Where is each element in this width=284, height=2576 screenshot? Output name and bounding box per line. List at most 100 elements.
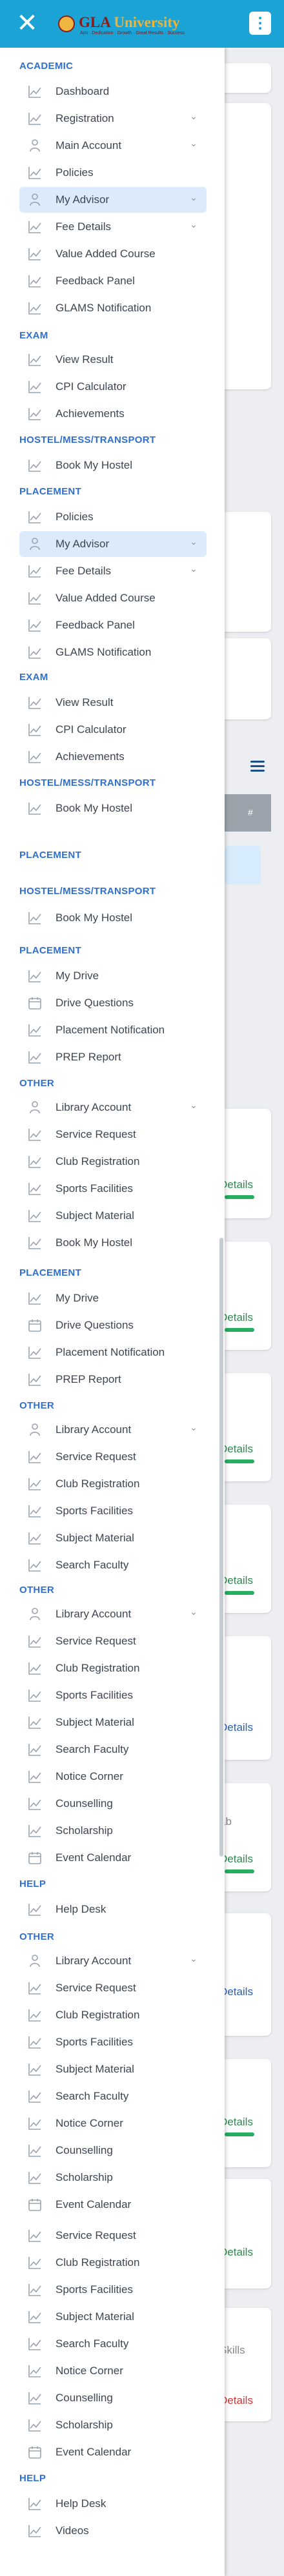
menu-item-service-request[interactable]: Service Request <box>19 1628 207 1654</box>
menu-item-subject-material[interactable]: Subject Material <box>19 1710 207 1735</box>
menu-item-service-request[interactable]: Service Request <box>19 1122 207 1147</box>
drawer-scrollbar[interactable] <box>219 1238 223 1857</box>
menu-item-subject-material[interactable]: Subject Material <box>19 2056 207 2082</box>
menu-item-videos[interactable]: Videos <box>19 2518 207 2544</box>
course-card[interactable] <box>225 1109 271 1218</box>
menu-item-registration[interactable]: Registration ⌄ <box>19 106 207 132</box>
chevron-down-icon[interactable]: ⌄ <box>190 565 199 574</box>
menu-item-scholarship[interactable]: Scholarship <box>19 1818 207 1844</box>
menu-item-event-calendar[interactable]: Event Calendar <box>19 2192 207 2218</box>
menu-item-dashboard[interactable]: Dashboard <box>19 79 207 104</box>
menu-item-prep-report[interactable]: PREP Report <box>19 1367 207 1392</box>
course-card[interactable] <box>225 2059 271 2167</box>
hamburger-icon[interactable] <box>250 761 266 772</box>
menu-item-placement-notification[interactable]: Placement Notification <box>19 1017 207 1043</box>
menu-item-view-result[interactable]: View Result <box>19 347 207 373</box>
menu-item-club-registration[interactable]: Club Registration <box>19 1655 207 1681</box>
menu-item-feedback-panel[interactable]: Feedback Panel <box>19 268 207 294</box>
menu-item-achievements[interactable]: Achievements <box>19 744 207 770</box>
course-card[interactable] <box>225 1783 271 1891</box>
menu-item-club-registration[interactable]: Club Registration <box>19 1149 207 1175</box>
calendar-icon <box>27 2444 43 2460</box>
menu-item-sports-facilities[interactable]: Sports Facilities <box>19 2277 207 2303</box>
menu-item-club-registration[interactable]: Club Registration <box>19 2250 207 2276</box>
menu-item-help-desk[interactable]: Help Desk <box>19 2491 207 2517</box>
menu-item-book-my-hostel[interactable]: Book My Hostel <box>19 905 207 931</box>
chevron-down-icon[interactable]: ⌄ <box>190 1955 199 1964</box>
menu-item-search-faculty[interactable]: Search Faculty <box>19 2083 207 2109</box>
menu-item-service-request[interactable]: Service Request <box>19 1444 207 1470</box>
menu-item-counselling[interactable]: Counselling <box>19 2138 207 2163</box>
menu-item-sports-facilities[interactable]: Sports Facilities <box>19 1683 207 1708</box>
menu-item-my-advisor[interactable]: My Advisor ⌄ <box>19 187 207 213</box>
menu-item-notice-corner[interactable]: Notice Corner <box>19 2358 207 2384</box>
menu-item-library-account[interactable]: Library Account ⌄ <box>19 1095 207 1120</box>
chevron-down-icon[interactable]: ⌄ <box>190 112 199 121</box>
menu-item-cpi-calculator[interactable]: CPI Calculator <box>19 374 207 400</box>
menu-item-my-drive[interactable]: My Drive <box>19 1285 207 1311</box>
menu-item-achievements[interactable]: Achievements <box>19 401 207 427</box>
menu-item-sports-facilities[interactable]: Sports Facilities <box>19 1498 207 1524</box>
chevron-down-icon[interactable]: ⌄ <box>190 1608 199 1617</box>
menu-item-value-added-course[interactable]: Value Added Course <box>19 585 207 611</box>
menu-item-policies[interactable]: Policies <box>19 504 207 530</box>
menu-item-drive-questions[interactable]: Drive Questions <box>19 1312 207 1338</box>
course-card[interactable] <box>225 2179 271 2288</box>
menu-item-search-faculty[interactable]: Search Faculty <box>19 2331 207 2357</box>
menu-item-main-account[interactable]: Main Account ⌄ <box>19 133 207 159</box>
menu-item-book-my-hostel[interactable]: Book My Hostel <box>19 795 207 821</box>
menu-item-subject-material[interactable]: Subject Material <box>19 1525 207 1551</box>
menu-item-subject-material[interactable]: Subject Material <box>19 2304 207 2330</box>
menu-item-sports-facilities[interactable]: Sports Facilities <box>19 1176 207 1202</box>
chevron-down-icon[interactable]: ⌄ <box>190 139 199 148</box>
course-card[interactable] <box>225 1242 271 1350</box>
menu-item-book-my-hostel[interactable]: Book My Hostel <box>19 1230 207 1256</box>
menu-item-event-calendar[interactable]: Event Calendar <box>19 1845 207 1871</box>
menu-item-my-advisor[interactable]: My Advisor ⌄ <box>19 531 207 557</box>
menu-item-value-added-course[interactable]: Value Added Course <box>19 241 207 267</box>
menu-item-placement-notification[interactable]: Placement Notification <box>19 1340 207 1365</box>
menu-item-fee-details[interactable]: Fee Details ⌄ <box>19 214 207 240</box>
menu-item-notice-corner[interactable]: Notice Corner <box>19 1764 207 1790</box>
menu-item-prep-report[interactable]: PREP Report <box>19 1044 207 1070</box>
menu-item-library-account[interactable]: Library Account ⌄ <box>19 1948 207 1974</box>
chevron-down-icon[interactable]: ⌄ <box>190 1101 199 1110</box>
menu-item-library-account[interactable]: Library Account ⌄ <box>19 1601 207 1627</box>
menu-item-library-account[interactable]: Library Account ⌄ <box>19 1417 207 1443</box>
menu-item-my-drive[interactable]: My Drive <box>19 963 207 989</box>
menu-item-feedback-panel[interactable]: Feedback Panel <box>19 612 207 638</box>
menu-item-drive-questions[interactable]: Drive Questions <box>19 990 207 1016</box>
menu-item-book-my-hostel[interactable]: Book My Hostel <box>19 453 207 478</box>
menu-item-fee-details[interactable]: Fee Details ⌄ <box>19 558 207 584</box>
menu-item-cpi-calculator[interactable]: CPI Calculator <box>19 717 207 743</box>
kebab-menu-icon[interactable] <box>249 12 271 35</box>
course-card[interactable] <box>225 1636 271 1760</box>
menu-item-club-registration[interactable]: Club Registration <box>19 1471 207 1497</box>
menu-item-search-faculty[interactable]: Search Faculty <box>19 1737 207 1762</box>
menu-item-counselling[interactable]: Counselling <box>19 1791 207 1817</box>
menu-item-notice-corner[interactable]: Notice Corner <box>19 2111 207 2136</box>
menu-item-policies[interactable]: Policies <box>19 160 207 186</box>
chevron-down-icon[interactable]: ⌄ <box>190 1423 199 1432</box>
menu-item-club-registration[interactable]: Club Registration <box>19 2002 207 2028</box>
menu-item-view-result[interactable]: View Result <box>19 690 207 716</box>
menu-item-service-request[interactable]: Service Request <box>19 2223 207 2249</box>
close-icon[interactable]: ✕ <box>14 10 40 36</box>
chevron-down-icon[interactable]: ⌄ <box>190 193 199 202</box>
menu-item-service-request[interactable]: Service Request <box>19 1975 207 2001</box>
menu-item-scholarship[interactable]: Scholarship <box>19 2412 207 2438</box>
chevron-down-icon[interactable]: ⌄ <box>190 220 199 229</box>
menu-item-search-faculty[interactable]: Search Faculty <box>19 1552 207 1578</box>
menu-item-help-desk[interactable]: Help Desk <box>19 1897 207 1922</box>
menu-item-counselling[interactable]: Counselling <box>19 2385 207 2411</box>
chevron-down-icon[interactable]: ⌄ <box>190 538 199 547</box>
menu-item-event-calendar[interactable]: Event Calendar <box>19 2439 207 2465</box>
menu-item-scholarship[interactable]: Scholarship <box>19 2165 207 2191</box>
menu-item-sports-facilities[interactable]: Sports Facilities <box>19 2029 207 2055</box>
course-card[interactable] <box>225 1913 271 2036</box>
course-card[interactable] <box>225 1373 271 1481</box>
menu-item-subject-material[interactable]: Subject Material <box>19 1203 207 1229</box>
menu-item-glams-notification[interactable]: GLAMS Notification <box>19 639 207 665</box>
menu-item-glams-notification[interactable]: GLAMS Notification <box>19 295 207 321</box>
course-card[interactable] <box>225 1505 271 1613</box>
